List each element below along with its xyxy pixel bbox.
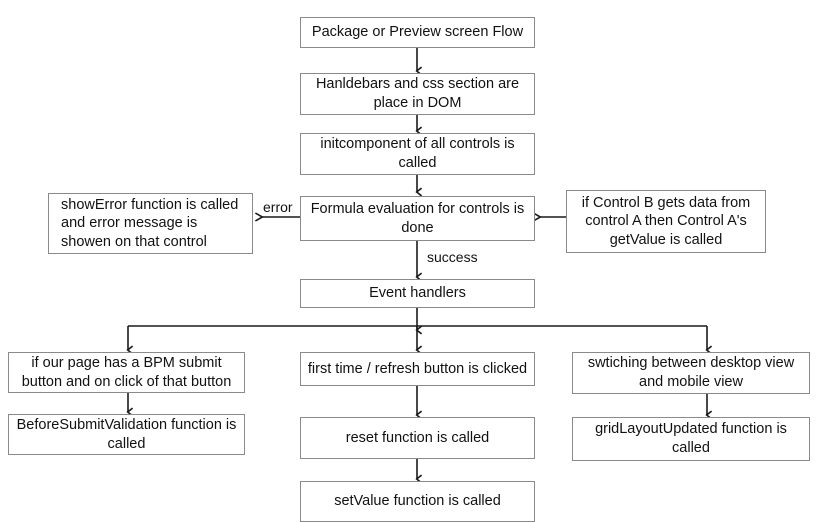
node-package-preview[interactable]: Package or Preview screen Flow xyxy=(300,17,535,48)
node-setvalue-function[interactable]: setValue function is called xyxy=(300,481,535,522)
node-first-time-refresh-label: first time / refresh button is clicked xyxy=(307,360,528,377)
node-before-submit-validation-label: BeforeSubmitValidation function is calle… xyxy=(16,416,237,452)
node-setvalue-function-label: setValue function is called xyxy=(334,493,501,510)
node-formula-evaluation[interactable]: Formula evaluation for controls is done xyxy=(300,196,535,241)
node-package-preview-label: Package or Preview screen Flow xyxy=(311,24,524,41)
node-switching-views-label: swtiching between desktop view and mobil… xyxy=(587,355,795,390)
node-event-handlers-label: Event handlers xyxy=(369,285,466,302)
node-handlebars-css-label: Hanldebars and css section are place in … xyxy=(315,76,520,111)
node-show-error-label: showError function is called and error m… xyxy=(61,196,239,250)
node-bpm-submit[interactable]: if our page has a BPM submit button and … xyxy=(8,352,245,393)
edge-label-error: error xyxy=(263,199,293,215)
node-switching-views[interactable]: swtiching between desktop view and mobil… xyxy=(572,352,810,394)
node-control-b-getdata[interactable]: if Control B gets data from control A th… xyxy=(566,190,766,253)
node-before-submit-validation[interactable]: BeforeSubmitValidation function is calle… xyxy=(8,414,245,455)
node-event-handlers[interactable]: Event handlers xyxy=(300,279,535,308)
node-handlebars-css[interactable]: Hanldebars and css section are place in … xyxy=(300,73,535,115)
node-formula-evaluation-label: Formula evaluation for controls is done xyxy=(310,200,525,236)
node-control-b-getdata-label: if Control B gets data from control A th… xyxy=(581,194,751,248)
node-show-error[interactable]: showError function is called and error m… xyxy=(48,193,253,254)
node-initcomponent[interactable]: initcomponent of all controls is called xyxy=(300,133,535,175)
node-reset-function[interactable]: reset function is called xyxy=(300,417,535,459)
node-initcomponent-label: initcomponent of all controls is called xyxy=(320,136,515,171)
node-bpm-submit-label: if our page has a BPM submit button and … xyxy=(21,354,232,390)
node-gridlayout-updated[interactable]: gridLayoutUpdated function is called xyxy=(572,417,810,461)
node-first-time-refresh[interactable]: first time / refresh button is clicked xyxy=(300,352,535,386)
flowchart-canvas: Package or Preview screen Flow Hanldebar… xyxy=(0,0,820,523)
node-gridlayout-updated-label: gridLayoutUpdated function is called xyxy=(595,421,787,456)
node-reset-function-label: reset function is called xyxy=(345,429,490,446)
edge-label-success: success xyxy=(427,249,478,265)
